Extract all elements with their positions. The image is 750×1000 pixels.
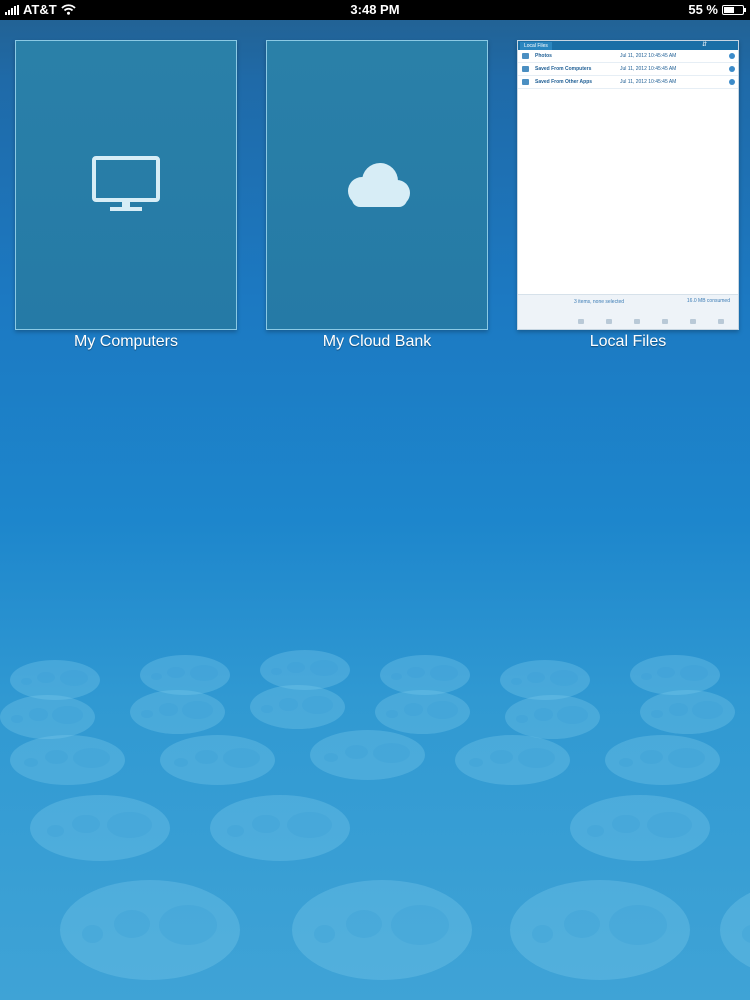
background-bubble xyxy=(60,880,240,980)
item-count: 3 items, none selected xyxy=(574,299,625,305)
background-bubble xyxy=(292,880,472,980)
tile-local-files[interactable]: Local Files ⇵ Photos Jul 11, 2012 10:45:… xyxy=(517,40,739,351)
folder-icon xyxy=(522,53,529,59)
file-name: Photos xyxy=(535,53,552,59)
trash-icon xyxy=(690,319,696,324)
info-icon xyxy=(729,79,735,85)
background-bubble xyxy=(380,655,470,695)
background-bubble xyxy=(455,735,570,785)
file-date: Jul 11, 2012 10:45:45 AM xyxy=(620,66,677,72)
list-item: Photos Jul 11, 2012 10:45:45 AM xyxy=(518,50,738,63)
battery-icon xyxy=(722,4,746,15)
back-icon xyxy=(578,319,584,324)
background-bubble xyxy=(500,660,590,700)
my-cloud-bank-tile-card[interactable] xyxy=(266,40,488,330)
background-pattern xyxy=(0,560,750,1000)
background-bubble xyxy=(140,655,230,695)
monitor-icon xyxy=(92,156,160,211)
menu-icon xyxy=(718,319,724,324)
status-right: 55 % xyxy=(688,2,746,17)
info-icon xyxy=(729,53,735,59)
file-name: Saved From Other Apps xyxy=(535,79,593,85)
background-bubble xyxy=(30,795,170,861)
list-item: Saved From Other Apps Jul 11, 2012 10:45… xyxy=(518,76,738,89)
preview-toolbar xyxy=(578,319,724,324)
copy-icon xyxy=(606,319,612,324)
background-bubble xyxy=(250,685,345,729)
background-bubble xyxy=(640,690,735,734)
tile-label-my-computers: My Computers xyxy=(73,333,179,350)
background-bubble xyxy=(720,880,750,980)
background-bubble xyxy=(10,660,100,700)
background-bubble xyxy=(0,695,95,739)
file-date: Jul 11, 2012 10:45:45 AM xyxy=(620,53,677,59)
tile-my-cloud-bank[interactable]: My Cloud Bank xyxy=(266,40,488,351)
background-bubble xyxy=(510,880,690,980)
sort-icon: ⇵ xyxy=(702,42,708,48)
battery-percent: 55 % xyxy=(688,2,718,17)
background-bubble xyxy=(605,735,720,785)
background-bubble xyxy=(630,655,720,695)
tile-my-computers[interactable]: My Computers xyxy=(15,40,237,351)
storage-used: 16.0 MB consumed xyxy=(686,298,730,304)
list-item: Saved From Computers Jul 11, 2012 10:45:… xyxy=(518,63,738,76)
file-date: Jul 11, 2012 10:45:45 AM xyxy=(620,79,677,85)
info-icon xyxy=(729,66,735,72)
folder-icon xyxy=(522,79,529,85)
refresh-icon xyxy=(634,319,640,324)
background-bubble xyxy=(375,690,470,734)
file-name: Saved From Computers xyxy=(535,66,592,72)
status-bar: AT&T 3:48 PM 55 % xyxy=(0,0,750,20)
preview-tab: Local Files xyxy=(520,42,552,50)
folder-icon xyxy=(522,66,529,72)
edit-icon xyxy=(662,319,668,324)
background-bubble xyxy=(130,690,225,734)
background-bubble xyxy=(505,695,600,739)
local-files-preview[interactable]: Local Files ⇵ Photos Jul 11, 2012 10:45:… xyxy=(517,40,739,330)
preview-header: Local Files ⇵ xyxy=(518,41,738,50)
my-computers-tile-card[interactable] xyxy=(15,40,237,330)
background-bubble xyxy=(310,730,425,780)
background-bubble xyxy=(570,795,710,861)
background-bubble xyxy=(160,735,275,785)
preview-file-list: Photos Jul 11, 2012 10:45:45 AM Saved Fr… xyxy=(518,50,738,89)
clock: 3:48 PM xyxy=(350,2,400,17)
cloud-icon xyxy=(348,163,410,207)
background-bubble xyxy=(260,650,350,690)
tile-label-my-cloud-bank: My Cloud Bank xyxy=(322,333,432,350)
background-bubble xyxy=(10,735,125,785)
preview-footer: 3 items, none selected 16.0 MB consumed xyxy=(518,294,738,329)
background-bubble xyxy=(210,795,350,861)
tile-label-local-files: Local Files xyxy=(589,333,667,350)
